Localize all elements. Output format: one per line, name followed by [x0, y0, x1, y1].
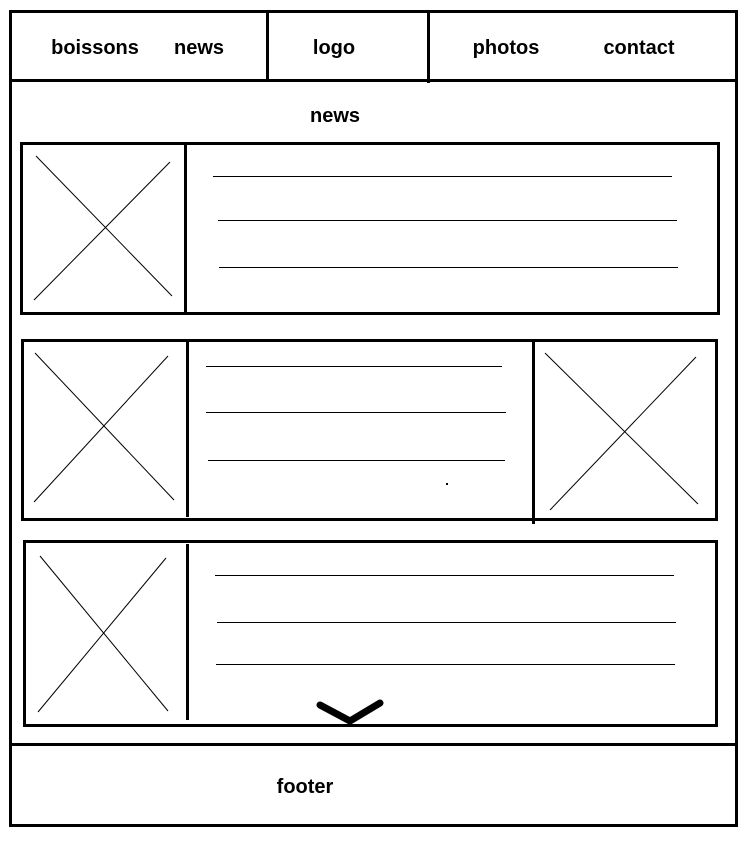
- news-card-divider: [532, 340, 535, 524]
- nav-item-photos[interactable]: photos: [473, 36, 540, 60]
- news-card-divider: [184, 142, 187, 314]
- text-line: [217, 622, 676, 623]
- text-line: [216, 664, 675, 665]
- image-placeholder-icon: [544, 352, 699, 511]
- text-line: [218, 220, 677, 221]
- nav-logo[interactable]: logo: [313, 36, 355, 60]
- chevron-down-icon[interactable]: [314, 697, 388, 727]
- footer-label: footer: [276, 776, 334, 798]
- news-card-divider: [186, 342, 189, 517]
- text-line: [208, 460, 505, 461]
- text-line: [215, 575, 674, 576]
- section-title: news: [309, 105, 361, 127]
- header-divider: [9, 79, 738, 82]
- nav-item-contact[interactable]: contact: [603, 36, 674, 60]
- text-line: [213, 176, 672, 177]
- text-line: [219, 267, 678, 268]
- footer-divider: [9, 743, 738, 746]
- nav-item-boissons[interactable]: boissons: [51, 36, 139, 60]
- news-card-divider: [186, 544, 189, 720]
- image-placeholder-icon: [33, 155, 173, 301]
- image-placeholder-icon: [33, 352, 175, 503]
- text-line: [206, 366, 502, 367]
- nav-item-news[interactable]: news: [174, 36, 224, 60]
- text-line: [206, 412, 506, 413]
- header-separator-right: [427, 10, 430, 83]
- header-separator-left: [266, 10, 269, 81]
- image-placeholder-icon: [37, 555, 169, 713]
- stray-dot: [446, 483, 448, 485]
